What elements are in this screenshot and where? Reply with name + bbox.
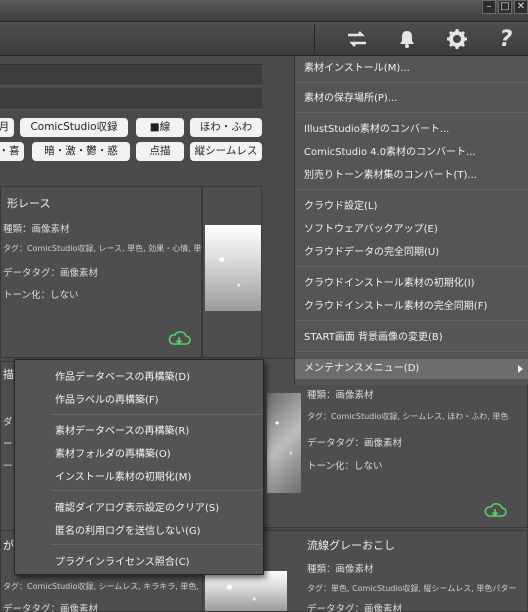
material-kind: 種類：画像素材 bbox=[307, 390, 374, 401]
tag-chip[interactable]: ■線 bbox=[136, 118, 184, 137]
material-card[interactable]: 形レース 種類：画像素材 タグ：ComicStudio収録, レース, 単色, … bbox=[0, 186, 209, 358]
tag-chip[interactable]: 縦シームレス bbox=[190, 142, 262, 161]
submenu-item-rebuild-work-db[interactable]: 作品データベースの再構築(D) bbox=[55, 368, 190, 383]
cloud-download-icon[interactable] bbox=[483, 501, 507, 519]
material-tone: トーン化：しない bbox=[3, 290, 79, 301]
menu-separator bbox=[51, 544, 261, 545]
material-title: 描 bbox=[3, 368, 14, 381]
tag-chip[interactable]: 点描 bbox=[136, 142, 184, 161]
menu-separator bbox=[295, 189, 528, 190]
tag-chip[interactable]: ほわ・ふわ bbox=[190, 118, 262, 137]
menu-separator bbox=[295, 320, 528, 321]
swap-icon[interactable] bbox=[343, 25, 371, 53]
submenu-item-plugin-license[interactable]: プラグインライセンス照合(C) bbox=[55, 553, 190, 568]
material-tags: タグ：ComicStudio収録, レース, 単色, 効果・心情, 単色 bbox=[3, 244, 210, 253]
toolbar-separator bbox=[314, 24, 315, 54]
menu-item-convert-comicstudio[interactable]: ComicStudio 4.0素材のコンバート... bbox=[295, 143, 528, 163]
menu-separator bbox=[51, 414, 261, 415]
material-thumbnail bbox=[205, 225, 261, 311]
menu-separator bbox=[295, 351, 528, 352]
material-thumbnail bbox=[205, 571, 287, 611]
material-tone: 一 bbox=[3, 461, 13, 472]
material-thumbnail bbox=[267, 393, 301, 493]
chevron-right-icon bbox=[518, 365, 523, 373]
gear-icon[interactable] bbox=[443, 25, 471, 53]
menu-separator bbox=[295, 266, 528, 267]
menu-item-maintenance-label: メンテナンスメニュー(D) bbox=[304, 363, 420, 374]
material-datatag: データタグ：画像素材 bbox=[3, 604, 99, 612]
menu-separator bbox=[295, 112, 528, 113]
menu-item-material-location[interactable]: 素材の保存場所(P)... bbox=[295, 89, 528, 109]
tag-chip[interactable]: ComicStudio収録 bbox=[20, 118, 128, 137]
material-tags: タグ：単色, ComicStudio収録, 縦シームレス, 単色パター bbox=[307, 584, 517, 593]
material-kind: 種類：画像素材 bbox=[3, 224, 70, 235]
material-tags: タグ：ComicStudio収録, シームレス, キラキラ, 単色, 効 bbox=[3, 582, 210, 591]
bell-icon[interactable] bbox=[393, 25, 421, 53]
maintenance-submenu: 作品データベースの再構築(D) 作品ラベルの再構築(F) 素材データベースの再構… bbox=[14, 359, 264, 575]
material-kind: 種類：画像素材 bbox=[307, 564, 374, 575]
material-title: 流線グレーおこし bbox=[307, 539, 395, 552]
menu-item-maintenance[interactable]: メンテナンスメニュー(D) bbox=[295, 359, 528, 379]
filter-bar bbox=[0, 88, 262, 110]
material-tags: タグ：ComicStudio収録, シームレス, ほわ・ふわ, 単色 bbox=[307, 412, 509, 421]
title-bar: – □ ✕ bbox=[0, 0, 528, 22]
submenu-item-rebuild-work-label[interactable]: 作品ラベルの再構築(F) bbox=[55, 391, 159, 406]
close-button[interactable]: ✕ bbox=[514, 0, 528, 14]
material-thumbnail-panel bbox=[202, 186, 262, 358]
tag-chip[interactable]: 月 bbox=[0, 118, 14, 137]
settings-menu: 素材インストール(M)... 素材の保存場所(P)... IllustStudi… bbox=[294, 56, 528, 385]
cloud-download-icon[interactable] bbox=[167, 329, 191, 347]
menu-item-start-background[interactable]: START画面 背景画像の変更(B) bbox=[295, 328, 528, 348]
maximize-button[interactable]: □ bbox=[498, 0, 512, 14]
submenu-item-no-usage-log[interactable]: 匿名の利用ログを送信しない(G) bbox=[55, 522, 201, 537]
material-datatag: ー bbox=[3, 439, 13, 450]
menu-separator bbox=[295, 82, 528, 83]
menu-separator bbox=[51, 490, 261, 491]
search-bar[interactable] bbox=[0, 64, 262, 86]
submenu-item-clear-dialog-settings[interactable]: 確認ダイアログ表示設定のクリア(S) bbox=[55, 499, 219, 514]
material-title: 形レース bbox=[7, 197, 51, 210]
tag-chip[interactable]: 暗・激・鬱・惑 bbox=[32, 142, 130, 161]
material-datatag: データタグ：画像素材 bbox=[3, 268, 99, 279]
help-icon[interactable]: ? bbox=[492, 25, 520, 53]
toolbar: ? bbox=[0, 22, 528, 56]
material-datatag: データタグ：画像素材 bbox=[307, 604, 403, 612]
menu-item-software-backup[interactable]: ソフトウェアバックアップ(E) bbox=[295, 220, 528, 240]
menu-item-cloud-full-sync[interactable]: クラウドデータの完全同期(U) bbox=[295, 243, 528, 263]
material-tags: ダ bbox=[3, 417, 13, 428]
submenu-item-reset-installed[interactable]: インストール素材の初期化(M) bbox=[55, 468, 191, 483]
window-controls: – □ ✕ bbox=[482, 0, 528, 14]
menu-item-convert-illuststudio[interactable]: IllustStudio素材のコンバート... bbox=[295, 120, 528, 140]
tag-chip[interactable]: ・喜 bbox=[0, 142, 24, 161]
menu-item-cloud-install-sync[interactable]: クラウドインストール素材の完全同期(F) bbox=[295, 297, 528, 317]
menu-item-cloud-install-reset[interactable]: クラウドインストール素材の初期化(I) bbox=[295, 274, 528, 294]
menu-item-convert-tone[interactable]: 別売りトーン素材集のコンバート(T)... bbox=[295, 166, 528, 186]
menu-item-install-material[interactable]: 素材インストール(M)... bbox=[295, 59, 528, 79]
submenu-item-rebuild-material-db[interactable]: 素材データベースの再構築(R) bbox=[55, 422, 189, 437]
menu-item-cloud-settings[interactable]: クラウド設定(L) bbox=[295, 197, 528, 217]
material-tone: トーン化：しない bbox=[307, 461, 383, 472]
material-title: が bbox=[3, 539, 14, 552]
submenu-item-rebuild-material-folder[interactable]: 素材フォルダの再構築(O) bbox=[55, 445, 171, 460]
material-datatag: データタグ：画像素材 bbox=[307, 438, 403, 449]
minimize-button[interactable]: – bbox=[482, 0, 496, 14]
